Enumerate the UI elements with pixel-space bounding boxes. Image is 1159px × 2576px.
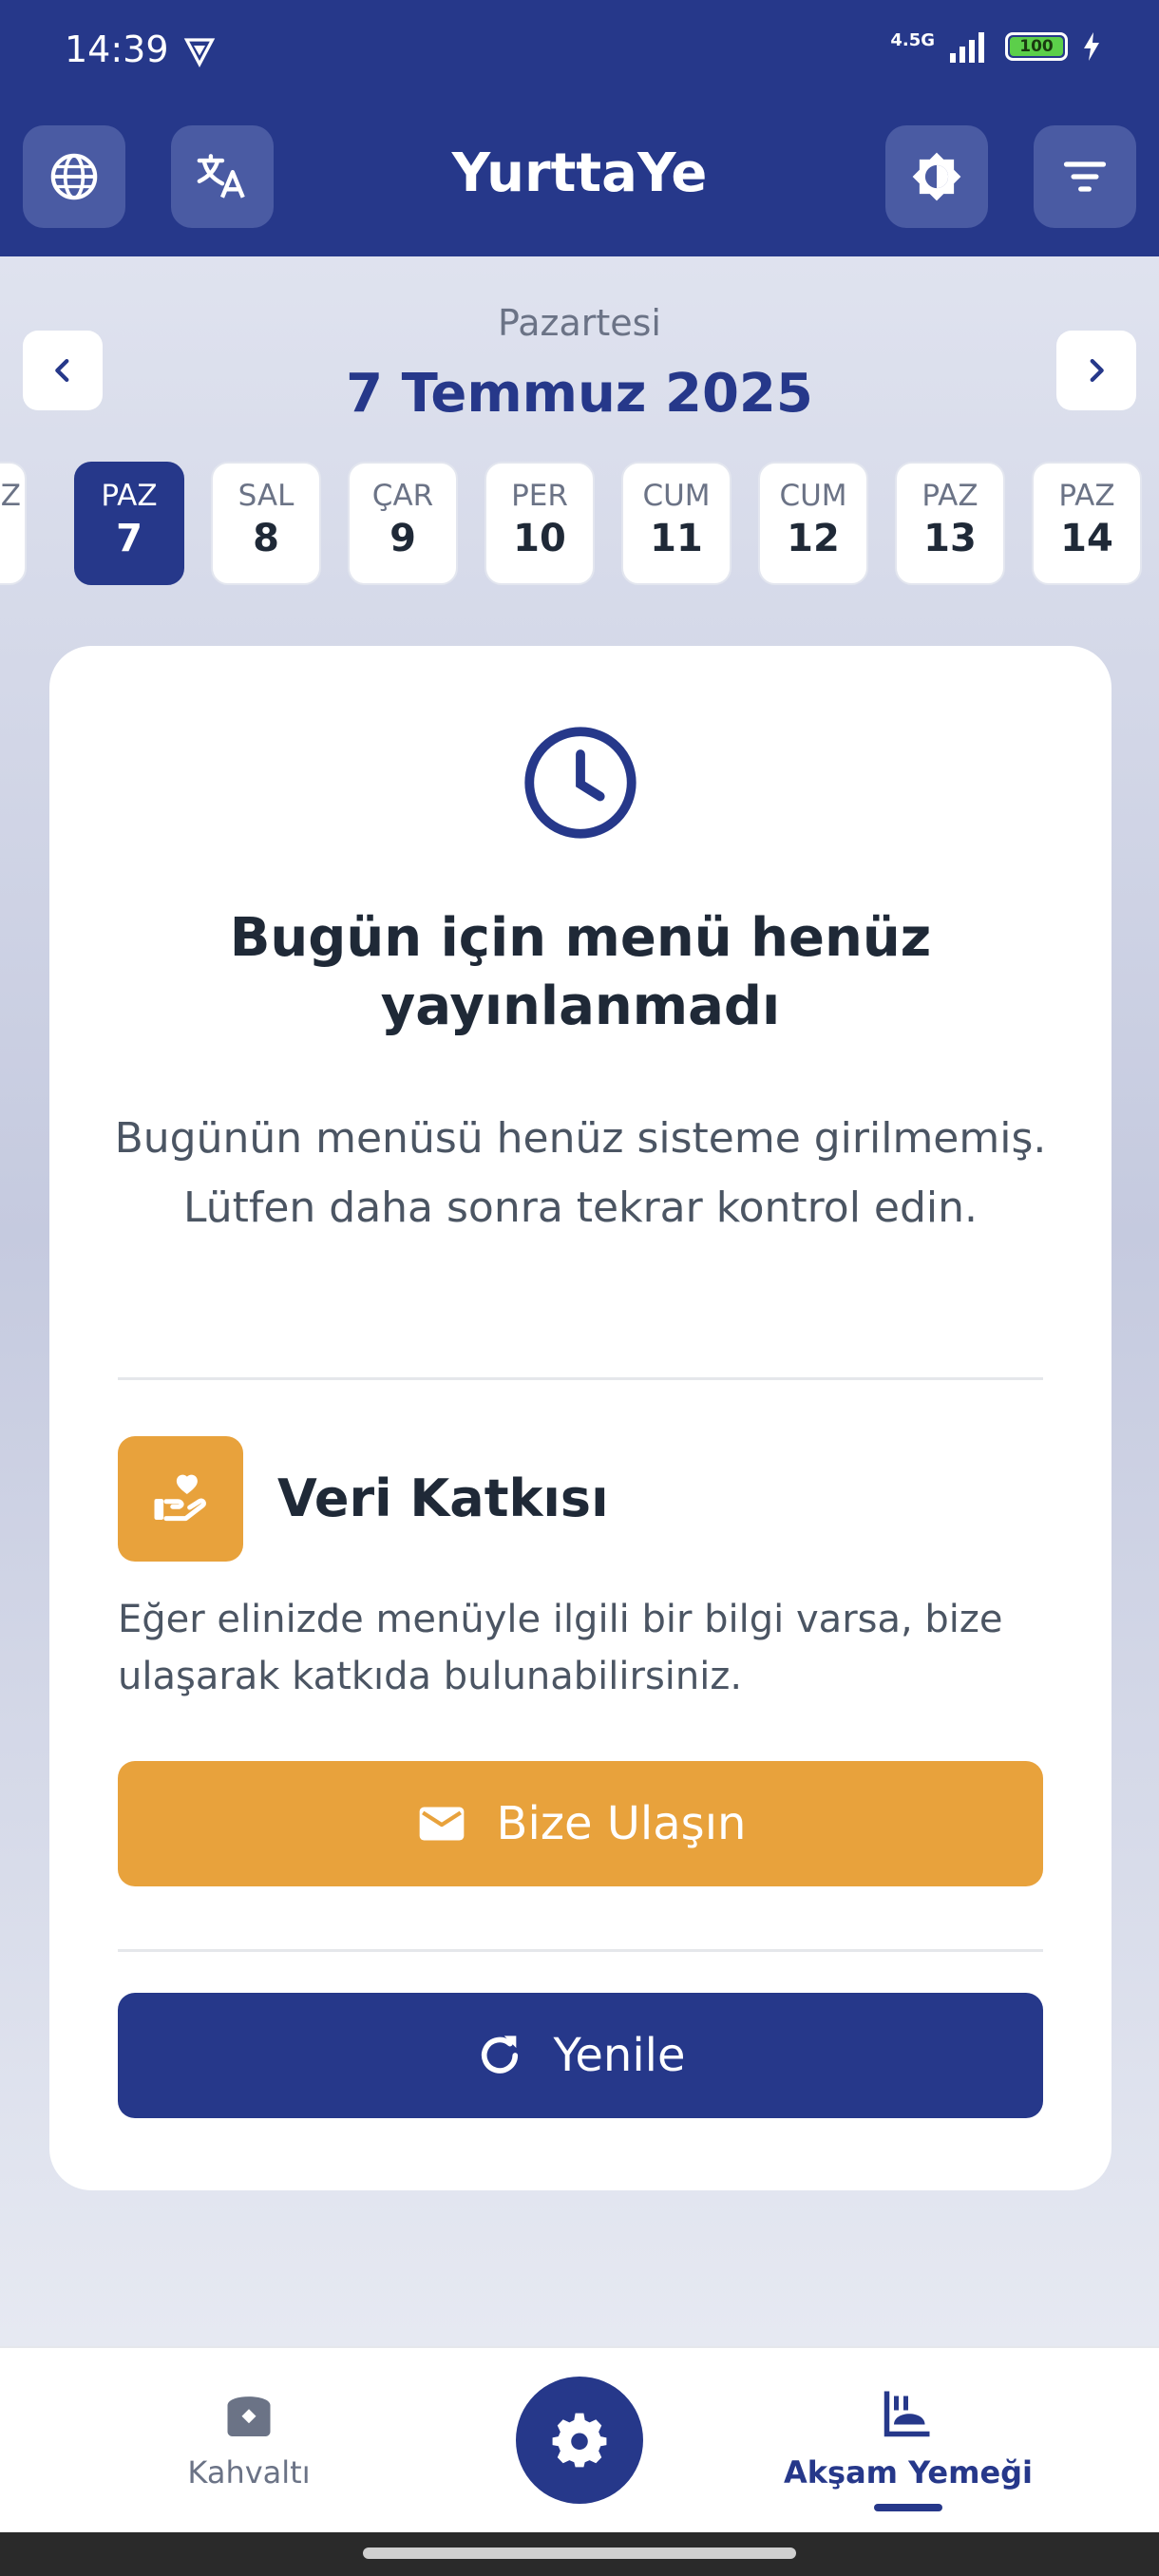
next-day-button[interactable] [1056, 331, 1136, 410]
menu-status-card: Bugün için menü henüz yayınlanmadı Bugün… [49, 646, 1112, 2190]
signal-icon [950, 32, 984, 63]
dinner-icon [884, 2391, 930, 2437]
active-tab-indicator [874, 2504, 942, 2511]
date-label: 7 Temmuz 2025 [346, 363, 813, 425]
day-chip[interactable]: CUM 12 [758, 462, 868, 585]
empty-menu-description: Bugünün menüsü henüz sisteme girilmemiş.… [114, 1114, 1047, 1232]
filter-button[interactable] [1034, 125, 1136, 228]
filter-icon [1063, 161, 1107, 192]
chevron-right-icon [1090, 358, 1104, 383]
breakfast-icon [227, 2396, 271, 2436]
settings-icon [552, 2413, 607, 2468]
nav-label-breakfast: Kahvaltı [187, 2454, 311, 2491]
status-time: 14:39 [65, 28, 169, 70]
nav-item-breakfast[interactable]: Kahvaltı [106, 2386, 391, 2491]
home-indicator[interactable] [363, 2548, 796, 2559]
contribution-text: Eğer elinizde menüyle ilgili bir bilgi v… [118, 1598, 1003, 1698]
day-chip[interactable]: SAL 8 [211, 462, 321, 585]
weekday-label: Pazartesi [498, 302, 661, 344]
theme-toggle-button[interactable] [885, 125, 988, 228]
brightness-icon [912, 152, 961, 201]
contact-us-label: Bize Ulaşın [496, 1797, 747, 1850]
battery-level: 100 [1019, 37, 1054, 56]
refresh-icon [482, 2036, 519, 2074]
app-bar: YurttaYe [0, 104, 1159, 256]
charging-icon [1084, 32, 1099, 61]
nav-item-dinner[interactable]: Akşam Yemeği [766, 2386, 1051, 2511]
status-indicators: 4.5G 100 [890, 30, 1102, 63]
contact-us-button[interactable]: Bize Ulaşın [118, 1761, 1043, 1886]
gesture-bar [0, 2532, 1159, 2576]
refresh-button[interactable]: Yenile [118, 1993, 1043, 2118]
heart-hand-icon [154, 1474, 206, 1522]
clock-icon [524, 727, 636, 839]
divider [118, 1377, 1043, 1380]
day-chip[interactable]: ÇAR 9 [348, 462, 458, 585]
vpn-shield-icon [183, 38, 216, 68]
contribution-icon-tile [118, 1436, 243, 1562]
day-chip[interactable]: PAZ 14 [1032, 462, 1142, 585]
nav-label-dinner: Akşam Yemeği [783, 2454, 1034, 2491]
day-chip[interactable]: PAZ 7 [74, 462, 184, 585]
settings-button[interactable] [516, 2377, 643, 2504]
day-chip-partial[interactable]: Z [0, 462, 27, 585]
contribution-title: Veri Katkısı [277, 1468, 609, 1528]
day-chip[interactable]: PAZ 13 [895, 462, 1005, 585]
status-bar: 14:39 4.5G 100 [0, 0, 1159, 104]
divider [118, 1949, 1043, 1952]
refresh-label: Yenile [553, 2029, 686, 2082]
battery-icon: 100 [1005, 32, 1068, 61]
day-chip[interactable]: PER 10 [484, 462, 595, 585]
empty-menu-title: Bugün için menü henüz yayınlanmadı [229, 907, 932, 1037]
bottom-navigation: Kahvaltı Akşam Yemeği [0, 2346, 1159, 2534]
network-type: 4.5G [890, 29, 935, 50]
day-chip[interactable]: CUM 11 [621, 462, 732, 585]
day-strip[interactable]: Z PAZ 7 SAL 8 ÇAR 9 PER 10 CUM 11 CUM 12… [0, 462, 1159, 589]
date-header: Pazartesi 7 Temmuz 2025 [0, 256, 1159, 446]
mail-icon [419, 1807, 464, 1841]
